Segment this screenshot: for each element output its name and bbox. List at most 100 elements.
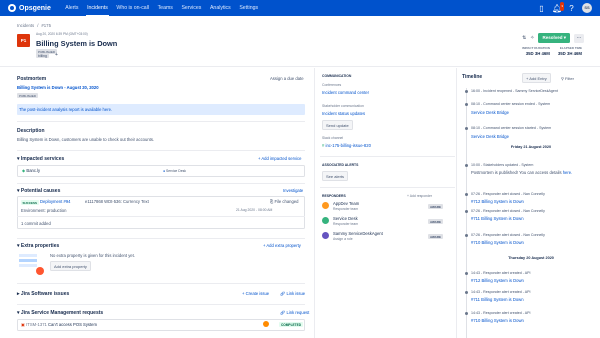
bell-icon[interactable]: 🔔︎ 3: [552, 1, 564, 13]
bookmark-icon[interactable]: ✧: [530, 35, 534, 41]
extra-properties-title[interactable]: ▾ Extra properties: [17, 243, 59, 249]
nav-who-is-on-call[interactable]: Who is on-call: [112, 0, 153, 16]
responder-avatar: [322, 202, 329, 209]
header-divider: [0, 66, 600, 67]
postmortem-here-link[interactable]: here.: [563, 170, 573, 175]
empty-state-illustration: [19, 252, 44, 275]
user-avatar[interactable]: SS: [582, 3, 592, 13]
jira-issues-title[interactable]: ▸ Jira Software issues: [17, 291, 69, 297]
timeline-entry-time: 10:00 - Stakeholders updated - System: [471, 163, 534, 167]
nav-settings[interactable]: Settings: [235, 0, 262, 16]
responders-title: RESPONDERS: [322, 194, 346, 198]
responder-status: AWARE: [428, 204, 444, 209]
timeline-entry-time: 14:43 - Responder alert created - API: [471, 271, 531, 275]
deploy-status: SUCCESS: [21, 200, 39, 205]
send-update-button[interactable]: Send update: [322, 120, 353, 130]
notification-count: 3: [560, 1, 564, 11]
nav-alerts[interactable]: Alerts: [61, 0, 83, 16]
breadcrumb-incidents[interactable]: Incidents: [17, 23, 34, 28]
sync-icon[interactable]: ⇅: [522, 35, 526, 41]
responder-name[interactable]: AppDev Team: [333, 201, 359, 206]
responder-avatar: [322, 217, 329, 224]
timeline-entry-time: 08:10 - Command center session ended - S…: [471, 102, 551, 106]
slack-link[interactable]: # inc-175-billing-issue-820: [322, 143, 371, 148]
description-title: Description: [17, 128, 45, 134]
service-name: ◆ Banc.ly: [22, 168, 41, 173]
more-actions-icon[interactable]: ···: [574, 33, 584, 43]
conferences-label: Conferences: [322, 83, 342, 87]
add-entry-button[interactable]: + Add Entry: [522, 73, 551, 83]
nav-teams[interactable]: Teams: [153, 0, 177, 16]
nav-incidents[interactable]: Incidents: [83, 0, 112, 16]
link-issue-link[interactable]: 🔗︎ Link issue: [280, 291, 305, 297]
responder-role: Responder team: [333, 207, 359, 211]
jsm-requests-title[interactable]: ▾ Jira Service Management requests: [17, 310, 103, 316]
see-alerts-button[interactable]: See alerts: [322, 171, 349, 181]
timeline-entry-time: 08:10 - Command center session started -…: [471, 126, 552, 130]
add-extra-property-link[interactable]: + Add extra property: [263, 243, 301, 248]
help-icon[interactable]: ?: [567, 4, 576, 13]
timeline-entry-link[interactable]: #712 Billing System is Down: [471, 199, 524, 204]
status-resolved-button[interactable]: Resolved ▾: [538, 33, 570, 43]
link-request-link[interactable]: 🔗︎ Link request: [280, 310, 309, 316]
timeline-entry-link[interactable]: #711 Billing System is Down: [471, 216, 524, 221]
brand-name: Opsgenie: [19, 4, 51, 12]
assign-role-link[interactable]: Assign a role: [333, 237, 353, 241]
column-divider: [314, 68, 315, 338]
mobile-icon[interactable]: ▯: [537, 4, 546, 13]
impacted-services-title[interactable]: ▾ Impacted services: [17, 156, 64, 162]
breadcrumb-sep: /: [37, 23, 39, 28]
divider: [17, 121, 305, 122]
assignee-avatar: [263, 321, 269, 327]
potential-causes-title[interactable]: ▾ Potential causes: [17, 188, 60, 194]
incident-tag[interactable]: billing: [36, 53, 49, 58]
responder-role: Responder team: [333, 222, 359, 226]
nav-analytics[interactable]: Analytics: [206, 0, 235, 16]
investigate-link[interactable]: Investigate: [283, 188, 303, 193]
description-text: Billing System is Down, customers are un…: [17, 137, 155, 142]
assign-due-date-link[interactable]: Assign a due date: [270, 76, 304, 81]
conference-link[interactable]: Incident command center: [322, 90, 369, 95]
service-card[interactable]: [17, 165, 305, 177]
responder-name[interactable]: Sammy ServiceDeskAgent: [333, 231, 383, 236]
nav-services[interactable]: Services: [177, 0, 206, 16]
timeline-entry-link[interactable]: Service Desk Bridge: [471, 110, 509, 115]
communication-title: COMMUNICATION: [322, 74, 352, 78]
extra-empty-text: No extra property is given for this inci…: [50, 253, 135, 258]
commit-added[interactable]: 1 commit added: [21, 221, 51, 226]
request-status: COMPLETED: [279, 322, 304, 327]
timeline-dot: [465, 312, 468, 315]
brand-logo[interactable]: Opsgenie: [8, 4, 51, 12]
timeline-entry-link[interactable]: #710 Billing System is Down: [471, 318, 524, 323]
timeline-entry-link[interactable]: Service Desk Bridge: [471, 134, 509, 139]
timeline-dot: [465, 234, 468, 237]
timeline-entry-time: 14:43 - Responder alert created - API: [471, 311, 531, 315]
timeline-entry-time: 07:26 - Responder alert closed - Nan Con…: [471, 209, 545, 213]
timeline-dot: [465, 291, 468, 294]
add-tag-icon[interactable]: +: [55, 52, 58, 58]
add-responder-link[interactable]: + Add responder: [407, 194, 432, 198]
responder-status: AWARE: [428, 219, 444, 224]
divider: [17, 283, 305, 284]
responder-name[interactable]: Service Desk: [333, 216, 358, 221]
timeline-entry-time: 16:00 - Incident reopened - Sammy Servic…: [471, 89, 558, 93]
timeline-entry-link[interactable]: #712 Billing System is Down: [471, 278, 524, 283]
priority-badge: P1: [17, 34, 30, 47]
filter-button[interactable]: ⚲ Filter: [557, 73, 578, 83]
add-impacted-service-link[interactable]: + Add impacted service: [258, 156, 301, 161]
postmortem-link[interactable]: Billing System is Down - August 20, 2020: [17, 85, 99, 90]
responder-avatar: [322, 232, 329, 239]
timeline-dot: [465, 164, 468, 167]
top-navigation: Opsgenie Alerts Incidents Who is on-call…: [0, 0, 600, 16]
add-extra-property-button[interactable]: Add extra property: [50, 261, 91, 271]
timeline-entry-link[interactable]: #710 Billing System is Down: [471, 240, 524, 245]
deployment-link[interactable]: Deployment #94: [40, 199, 71, 204]
stakeholder-link[interactable]: Incident status updates: [322, 111, 365, 116]
timeline-entry-link[interactable]: #711 Billing System is Down: [471, 297, 524, 302]
breadcrumb-id[interactable]: #175: [41, 23, 51, 28]
deploy-time: 21 Aug 2020 - 08:00 AM: [236, 208, 273, 212]
divider: [17, 183, 305, 184]
timeline-dot: [465, 272, 468, 275]
postmortem-banner-text[interactable]: The post-incident analysis report is ava…: [19, 107, 112, 112]
create-issue-link[interactable]: + Create issue: [242, 291, 269, 296]
